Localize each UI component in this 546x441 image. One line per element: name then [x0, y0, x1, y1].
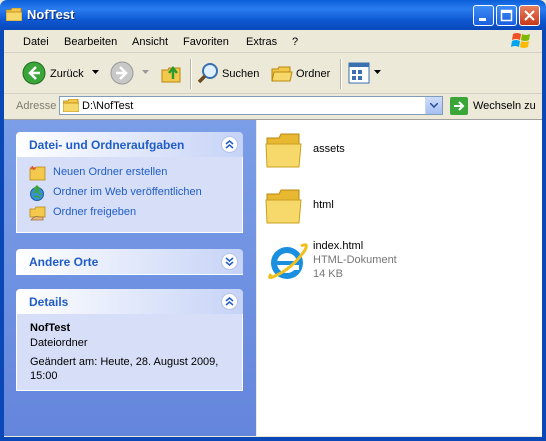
menu-extras[interactable]: Extras [246, 36, 277, 48]
details-modified: Geändert am: Heute, 28. August 2009, 15:… [30, 356, 219, 382]
back-arrow-icon [22, 61, 46, 85]
address-bar: Adresse D:\NofTest Wechseln zu [0, 94, 546, 120]
windows-logo-icon [510, 31, 534, 51]
file-type: HTML-Dokument [313, 254, 397, 266]
other-places-header[interactable]: Andere Orte [16, 249, 243, 275]
address-value: D:\NofTest [82, 100, 134, 112]
go-arrow-icon [450, 97, 468, 115]
new-folder-icon [29, 165, 46, 181]
folder-icon [265, 133, 302, 168]
folder-icon [265, 189, 302, 224]
menu-ansicht[interactable]: Ansicht [132, 36, 168, 48]
share-folder-icon [29, 206, 46, 221]
file-tasks-body: Neuen Ordner erstellen Ordner im Web ver… [16, 157, 243, 233]
folder-icon [63, 99, 79, 112]
task-pane: Datei- und Ordneraufgaben Neuen Ordner e… [4, 120, 256, 436]
back-label: Zurück [50, 68, 84, 80]
other-places-title: Andere Orte [29, 255, 99, 269]
task-label: Ordner im Web veröffentlichen [53, 186, 202, 198]
forward-dropdown-icon[interactable] [142, 70, 149, 75]
task-publish-web[interactable]: Ordner im Web veröffentlichen [29, 185, 202, 201]
views-icon [348, 62, 370, 84]
details-type: Dateiordner [30, 337, 88, 349]
back-dropdown-icon[interactable] [92, 70, 99, 75]
collapse-icon[interactable] [221, 136, 238, 153]
forward-button[interactable] [110, 53, 150, 93]
toolbar-separator [340, 59, 342, 89]
address-input[interactable]: D:\NofTest [59, 96, 443, 115]
views-dropdown-icon[interactable] [374, 70, 381, 75]
task-new-folder[interactable]: Neuen Ordner erstellen [29, 165, 167, 181]
file-item-assets[interactable]: assets [265, 128, 525, 174]
collapse-icon[interactable] [221, 293, 238, 310]
file-list: assets html index.html HTML-Dokument 14 … [257, 120, 542, 436]
go-label: Wechseln zu [473, 100, 536, 112]
file-size: 14 KB [313, 268, 343, 280]
menu-bar: Datei Bearbeiten Ansicht Favoriten Extra… [0, 30, 546, 53]
menu-help[interactable]: ? [292, 36, 298, 48]
publish-web-icon [30, 185, 44, 201]
minimize-button[interactable] [473, 5, 494, 26]
folder-icon [5, 7, 23, 22]
menu-datei[interactable]: Datei [23, 36, 49, 48]
file-tasks-panel: Datei- und Ordneraufgaben Neuen Ordner e… [16, 132, 243, 233]
chevron-down-icon [430, 103, 438, 108]
details-title: Details [29, 295, 69, 309]
ie-html-icon [268, 243, 308, 280]
views-button[interactable] [346, 53, 382, 93]
forward-arrow-icon [110, 61, 134, 85]
search-button[interactable]: Suchen [194, 53, 260, 93]
task-share-folder[interactable]: Ordner freigeben [29, 205, 136, 221]
back-button[interactable]: Zurück [20, 53, 100, 93]
details-header[interactable]: Details [16, 289, 243, 314]
file-name: index.html [313, 240, 364, 252]
folders-label: Ordner [296, 68, 331, 80]
explorer-window: NofTest Datei Bearbeiten Ansicht Favorit… [0, 0, 546, 441]
toolbar-separator [190, 59, 192, 89]
file-tasks-title: Datei- und Ordneraufgaben [29, 138, 185, 152]
window-border-left [0, 30, 4, 441]
menu-bearbeiten[interactable]: Bearbeiten [64, 36, 117, 48]
menu-favoriten[interactable]: Favoriten [183, 36, 229, 48]
toolbar: Zurück Suchen Ordner [0, 53, 546, 94]
file-name: html [313, 199, 334, 211]
file-tasks-header[interactable]: Datei- und Ordneraufgaben [16, 132, 243, 157]
file-name: assets [313, 143, 345, 155]
task-label: Ordner freigeben [53, 206, 137, 218]
expand-icon[interactable] [221, 253, 238, 270]
search-icon [197, 63, 218, 84]
window-border-bottom [0, 437, 546, 441]
address-label: Adresse [16, 100, 57, 112]
details-body: NofTest Dateiordner Geändert am: Heute, … [16, 314, 243, 391]
address-dropdown-button[interactable] [425, 97, 442, 114]
title-bar[interactable]: NofTest [0, 0, 546, 30]
close-button[interactable] [519, 5, 540, 26]
search-label: Suchen [222, 68, 260, 80]
folders-icon [271, 66, 293, 82]
file-item-html[interactable]: html [265, 184, 525, 230]
file-item-index-html[interactable]: index.html HTML-Dokument 14 KB [265, 238, 525, 284]
folders-button[interactable]: Ordner [268, 53, 334, 93]
details-panel: Details NofTest Dateiordner Geändert am:… [16, 289, 243, 391]
other-places-panel: Andere Orte [16, 249, 243, 275]
up-folder-button[interactable] [160, 53, 186, 93]
go-button[interactable]: Wechseln zu [450, 97, 542, 116]
window-title: NofTest [27, 7, 75, 22]
up-folder-icon [161, 65, 181, 83]
maximize-button[interactable] [496, 5, 517, 26]
task-label: Neuen Ordner erstellen [53, 166, 168, 178]
window-border-right [542, 30, 546, 441]
details-name: NofTest [30, 322, 71, 334]
